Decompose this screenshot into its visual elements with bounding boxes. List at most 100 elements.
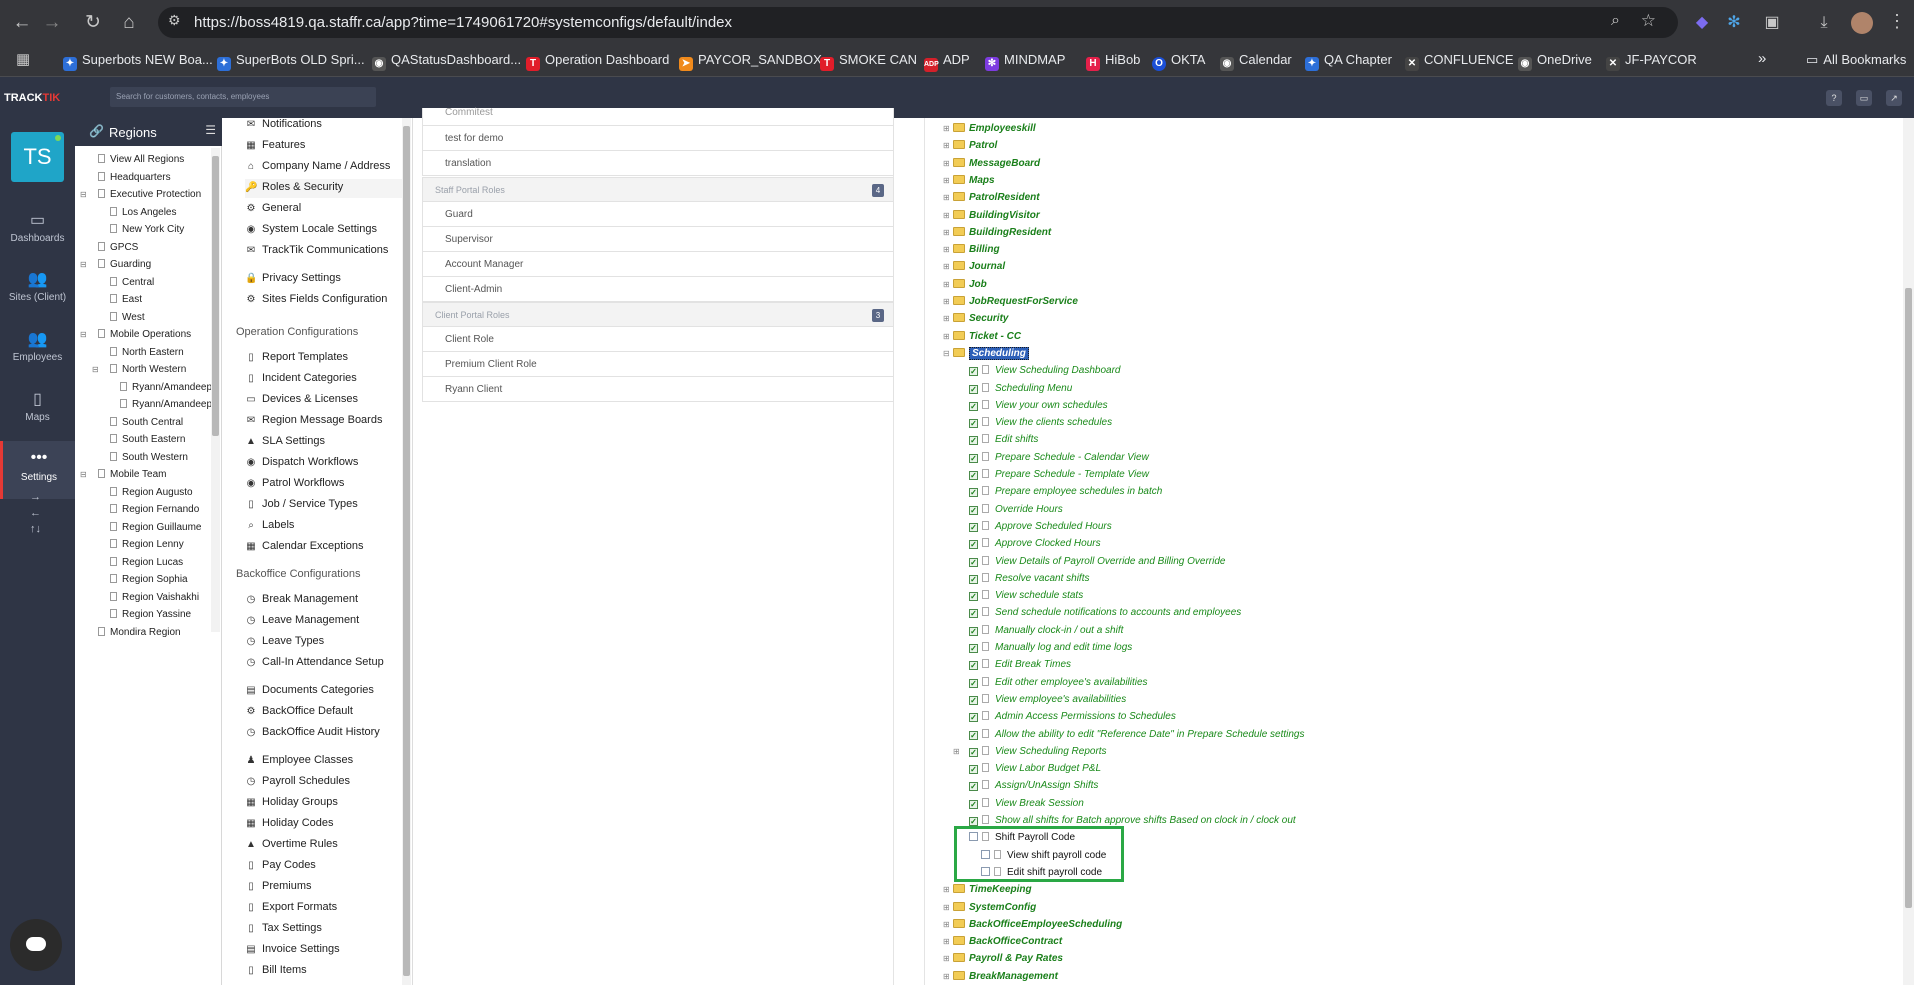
permission-item[interactable]: ✓ Scheduling Menu bbox=[969, 382, 1072, 395]
bookmark[interactable]: ✦ SuperBots OLD Spri... bbox=[217, 52, 365, 71]
region-item[interactable]: Guarding bbox=[98, 259, 151, 270]
settings-menu-item[interactable]: ▯ Job / Service Types bbox=[245, 496, 405, 515]
expand-icon[interactable]: ⊞ bbox=[943, 295, 953, 308]
expand-icon[interactable]: ⊞ bbox=[943, 312, 953, 325]
bookmark[interactable]: ✕ JF-PAYCOR bbox=[1606, 52, 1697, 71]
external-link-icon[interactable]: ↗ bbox=[1886, 90, 1902, 106]
settings-menu-item[interactable]: ▯ Pay Codes bbox=[245, 857, 405, 876]
permission-folder[interactable]: ⊞ Billing bbox=[943, 243, 1000, 256]
nav-employees[interactable]: 👥 Employees bbox=[0, 321, 75, 379]
role-row[interactable]: Account Manager bbox=[422, 252, 894, 277]
permission-checkbox[interactable]: ✓ bbox=[969, 730, 978, 740]
settings-menu-item[interactable]: ▦ Holiday Codes bbox=[245, 815, 405, 834]
permission-checkbox[interactable]: ✓ bbox=[969, 592, 978, 602]
settings-menu-item[interactable]: ✉ Notifications bbox=[245, 118, 405, 135]
permission-checkbox[interactable]: ✓ bbox=[969, 747, 978, 757]
expand-icon[interactable]: ⊞ bbox=[943, 209, 953, 222]
region-item[interactable]: Ryann/Amandeep bbox=[120, 381, 212, 393]
permission-item[interactable]: ✓ Override Hours bbox=[969, 503, 1063, 516]
expand-icon[interactable]: ⊞ bbox=[953, 745, 963, 758]
permission-item[interactable]: ✓ Prepare Schedule - Calendar View bbox=[969, 451, 1149, 464]
permission-item[interactable]: ✓ Send schedule notifications to accounts… bbox=[969, 606, 1241, 619]
settings-menu-item[interactable]: ▯ Tax Settings bbox=[245, 920, 405, 939]
permission-item[interactable]: ✓ Manually log and edit time logs bbox=[969, 641, 1132, 654]
settings-menu-item[interactable]: ▯ Bill Items bbox=[245, 962, 405, 981]
back-icon[interactable]: ← bbox=[9, 10, 35, 36]
scroll-thumb[interactable] bbox=[1905, 288, 1912, 908]
collapse-toggle-icon[interactable]: ⊟ bbox=[80, 330, 87, 339]
permission-checkbox[interactable]: ✓ bbox=[969, 522, 978, 532]
bookmark[interactable]: T SMOKE CAN bbox=[820, 52, 917, 71]
permission-item[interactable]: ✓ Manually clock-in / out a shift bbox=[969, 624, 1123, 637]
permission-checkbox[interactable]: ✓ bbox=[969, 367, 978, 377]
expand-icon[interactable]: ⊞ bbox=[943, 278, 953, 291]
permission-item[interactable]: ✓ Prepare employee schedules in batch bbox=[969, 485, 1162, 498]
user-avatar[interactable]: TS bbox=[11, 132, 64, 182]
settings-menu-item[interactable]: ⚙ BackOffice Default bbox=[245, 703, 405, 722]
permission-folder[interactable]: ⊞ Patrol bbox=[943, 139, 997, 152]
permission-item[interactable]: ✓ Approve Clocked Hours bbox=[969, 537, 1101, 550]
settings-menu-item[interactable]: ▯ Premiums bbox=[245, 878, 405, 897]
region-item[interactable]: Mondira Region bbox=[98, 626, 181, 638]
permission-item[interactable]: ✓ Approve Scheduled Hours bbox=[969, 520, 1112, 533]
region-item[interactable]: Los Angeles bbox=[110, 206, 177, 218]
menu-icon[interactable]: ⋮ bbox=[1888, 11, 1906, 32]
settings-menu-item[interactable]: ⚙ General bbox=[245, 200, 405, 219]
settings-menu-item[interactable]: ◷ Call-In Attendance Setup bbox=[245, 654, 405, 680]
permission-checkbox[interactable]: ✓ bbox=[969, 384, 978, 394]
collapse-toggle-icon[interactable]: ⊟ bbox=[92, 365, 99, 374]
permission-folder[interactable]: ⊞ TimeKeeping bbox=[943, 883, 1032, 896]
region-item[interactable]: North Western bbox=[110, 364, 186, 375]
settings-menu-item[interactable]: ▤ Documents Categories bbox=[245, 682, 405, 701]
bookmark[interactable]: ✻ MINDMAP bbox=[985, 52, 1065, 71]
permission-checkbox[interactable]: ✓ bbox=[969, 644, 978, 653]
permission-checkbox[interactable]: ✓ bbox=[969, 488, 978, 498]
region-item[interactable]: Region Lucas bbox=[110, 556, 183, 568]
regions-scrollbar[interactable] bbox=[211, 148, 220, 632]
region-item[interactable]: Executive Protection bbox=[98, 189, 201, 200]
permission-checkbox[interactable]: ✓ bbox=[969, 401, 978, 411]
permission-folder[interactable]: ⊞ BuildingResident bbox=[943, 226, 1051, 239]
region-item[interactable]: Region Guillaume bbox=[110, 521, 202, 533]
settings-menu-item[interactable]: ◉ System Locale Settings bbox=[245, 221, 405, 240]
permission-checkbox[interactable]: ✓ bbox=[969, 557, 978, 567]
permission-folder[interactable]: ⊞ JobRequestForService bbox=[943, 295, 1078, 308]
home-icon[interactable]: ⌂ bbox=[116, 10, 142, 36]
bookmark-star-icon[interactable]: ☆ bbox=[1641, 11, 1656, 31]
settings-menu-item[interactable]: ✉ Region Message Boards bbox=[245, 412, 405, 431]
permission-checkbox[interactable]: ✓ bbox=[969, 817, 978, 826]
permission-folder[interactable]: ⊞ Job bbox=[943, 278, 987, 291]
permission-folder[interactable]: ⊞ BackOfficeContract bbox=[943, 935, 1062, 948]
region-item[interactable]: West bbox=[110, 311, 145, 323]
settings-menu-item[interactable]: ⌕ Labels bbox=[245, 517, 405, 536]
more-bookmarks-icon[interactable]: » bbox=[1758, 50, 1766, 67]
settings-menu-item[interactable]: ▯ Incident Categories bbox=[245, 370, 405, 389]
collapse-toggle-icon[interactable]: ⊟ bbox=[80, 260, 87, 269]
global-search-input[interactable]: Search for customers, contacts, employee… bbox=[110, 87, 376, 107]
forward-icon[interactable]: → bbox=[39, 10, 65, 36]
permission-item[interactable]: ✓ Edit shifts bbox=[969, 433, 1038, 446]
settings-menu-item[interactable]: ◷ Leave Management bbox=[245, 612, 405, 631]
bookmark[interactable]: ◉ Calendar bbox=[1220, 52, 1292, 71]
permission-checkbox[interactable]: ✓ bbox=[969, 609, 978, 619]
expand-icon[interactable]: ⊞ bbox=[943, 260, 953, 273]
address-bar[interactable]: ⚙ https://boss4819.qa.staffr.ca/app?time… bbox=[158, 7, 1678, 38]
bookmark[interactable]: O OKTA bbox=[1152, 52, 1205, 71]
permission-checkbox[interactable]: ✓ bbox=[969, 765, 978, 775]
region-item[interactable]: South Eastern bbox=[110, 434, 185, 445]
nav-sites-client[interactable]: 👥 Sites (Client) bbox=[0, 261, 75, 319]
settings-menu-item[interactable]: 🔒 Privacy Settings bbox=[245, 270, 405, 289]
permission-checkbox[interactable]: ✓ bbox=[969, 453, 978, 463]
settings-menu-item[interactable]: ▲ Overtime Rules bbox=[245, 836, 405, 855]
scroll-thumb[interactable] bbox=[212, 156, 219, 436]
permission-folder[interactable]: ⊞ Journal bbox=[943, 260, 1005, 273]
expand-icon[interactable]: ⊞ bbox=[943, 330, 953, 343]
permission-folder[interactable]: ⊟ Scheduling bbox=[943, 346, 1029, 360]
region-item[interactable]: GPCS bbox=[98, 241, 138, 253]
permission-checkbox[interactable]: ✓ bbox=[969, 695, 978, 705]
expand-icon[interactable]: ⊞ bbox=[943, 191, 953, 204]
permission-folder[interactable]: ⊞ BackOfficeEmployeeScheduling bbox=[943, 918, 1122, 931]
expand-icon[interactable]: ⊞ bbox=[943, 918, 953, 931]
permission-folder[interactable]: ⊞ Ticket - CC bbox=[943, 330, 1021, 343]
settings-menu-item[interactable]: ▦ Features bbox=[245, 137, 405, 156]
